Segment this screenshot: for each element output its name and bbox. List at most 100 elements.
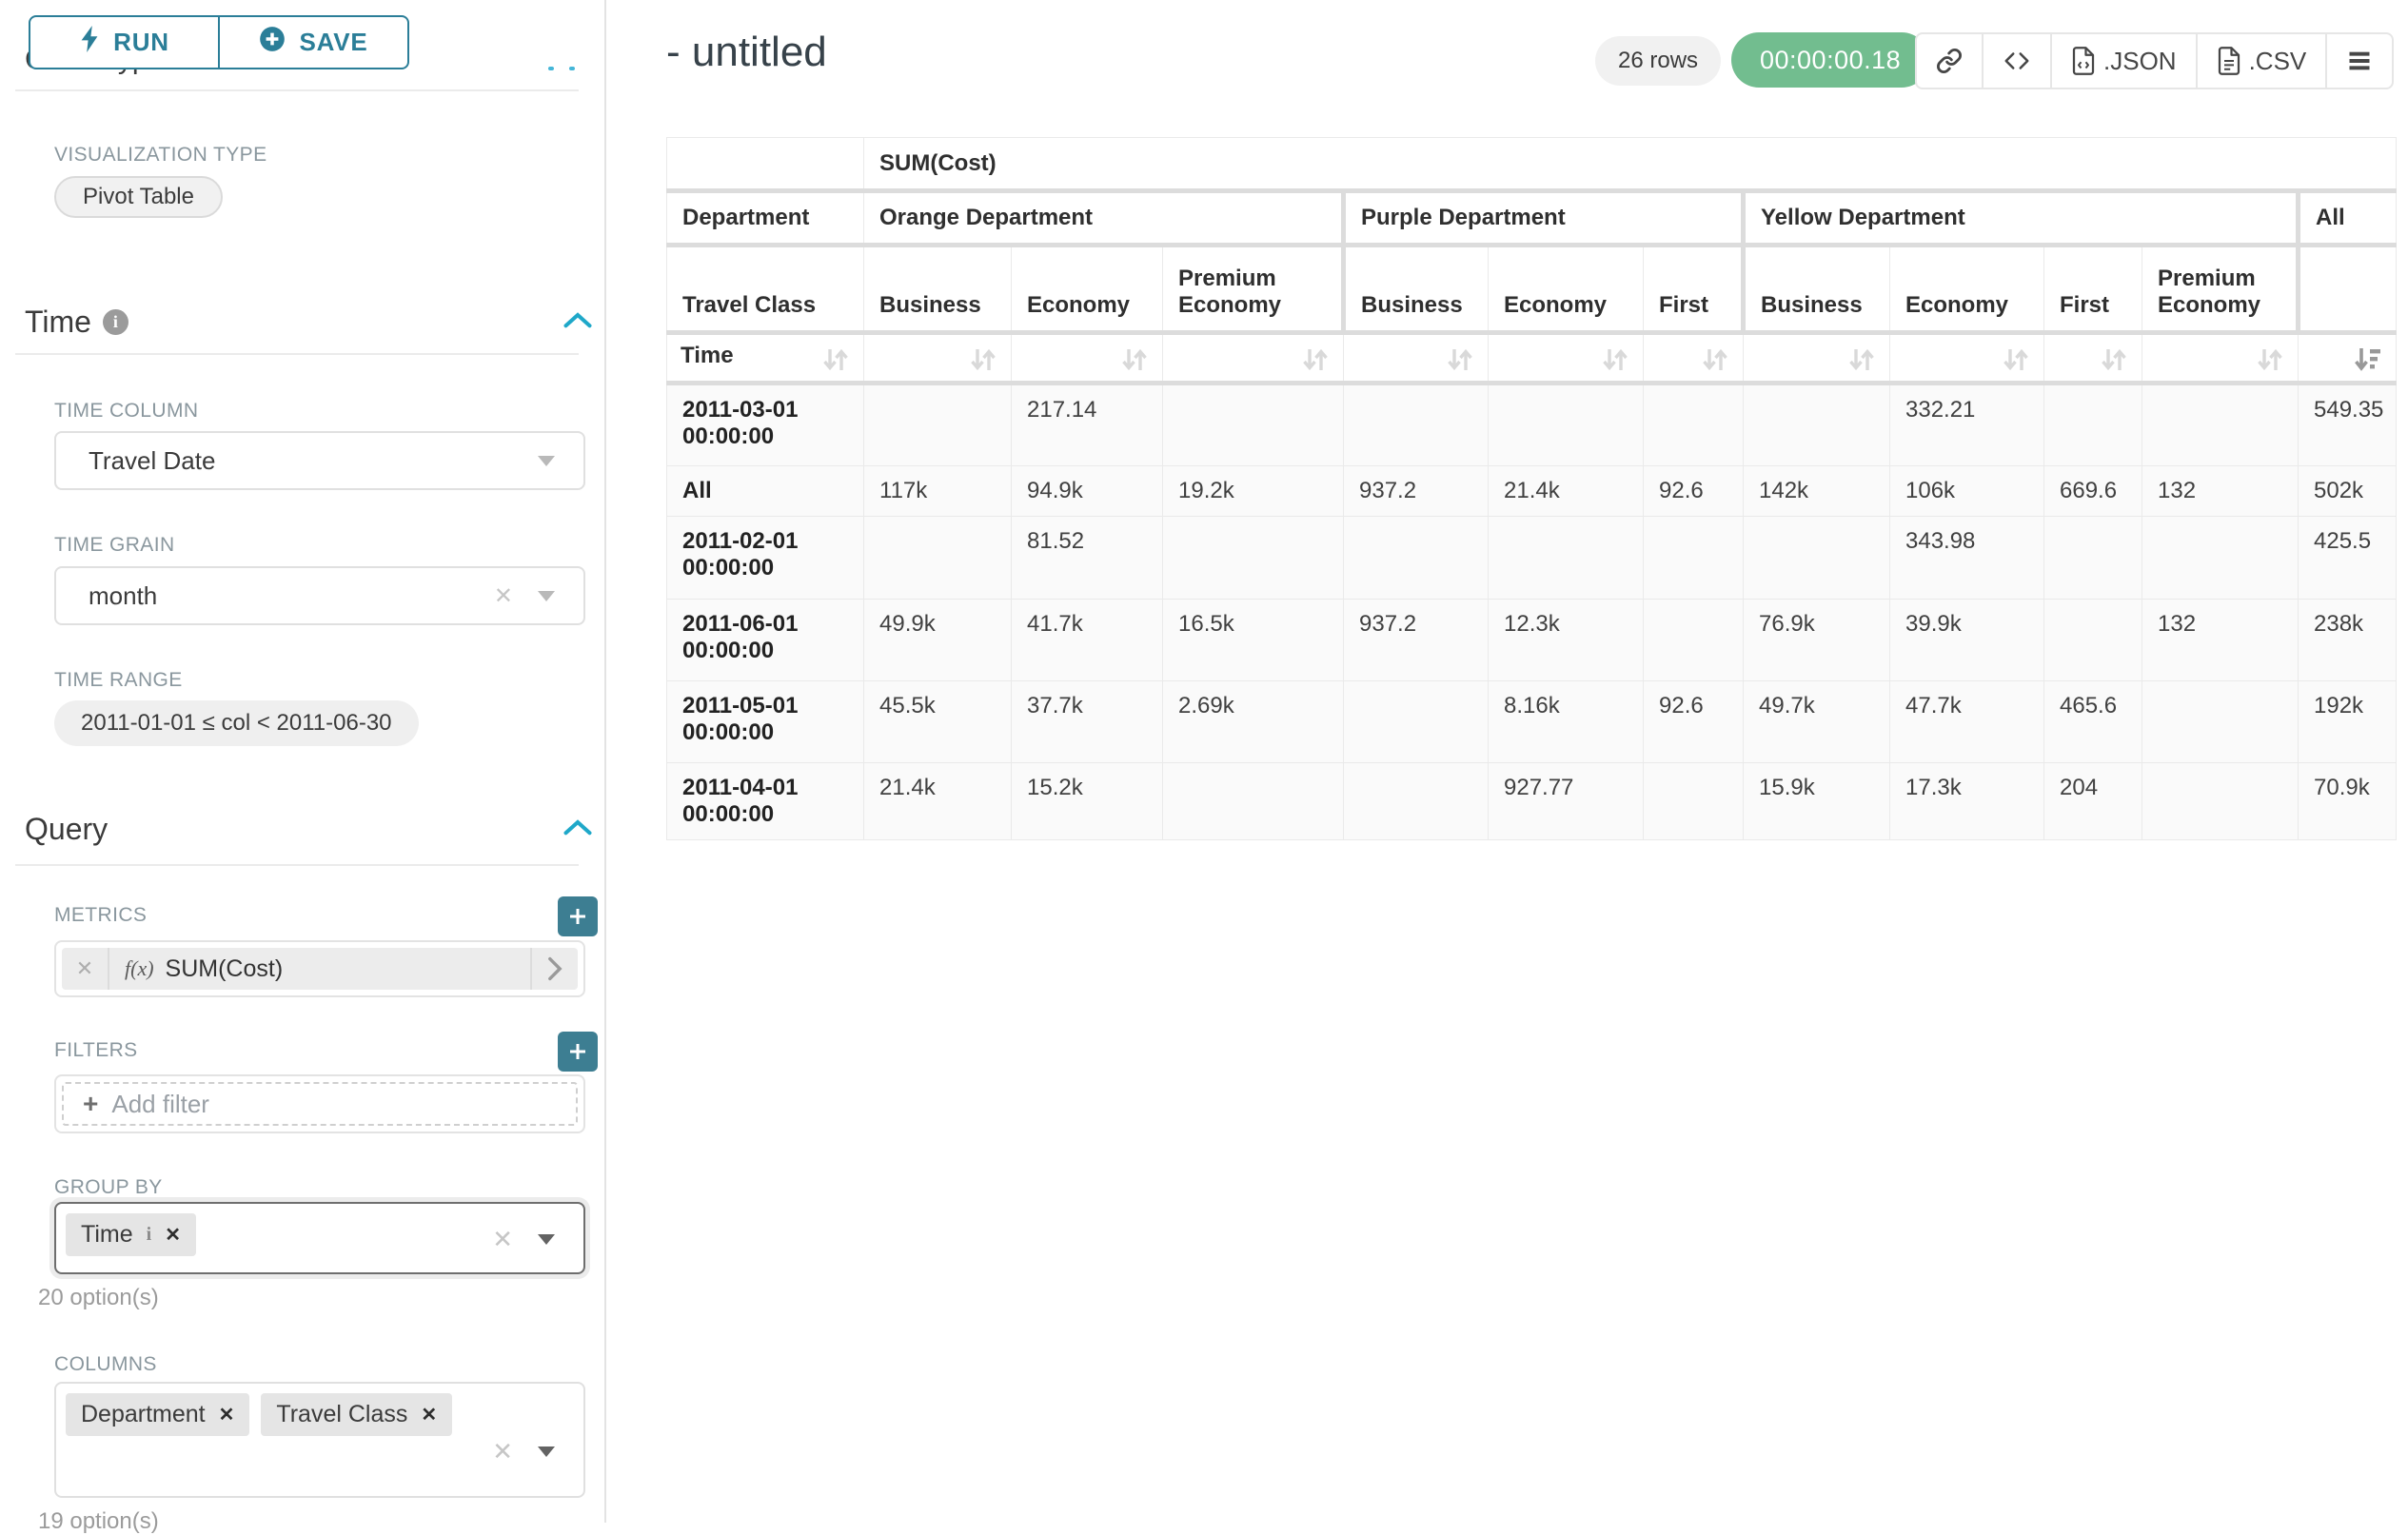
time-range-pill[interactable]: 2011-01-01 ≤ col < 2011-06-30	[54, 700, 419, 746]
run-button-label: RUN	[113, 28, 169, 57]
export-csv-label: .CSV	[2249, 47, 2307, 76]
run-save-button-group: RUN SAVE	[29, 15, 409, 69]
sort-column-header[interactable]	[1890, 333, 2044, 384]
copy-link-button[interactable]	[1917, 34, 1982, 88]
pivot-value-cell: 937.2	[1344, 466, 1489, 517]
pivot-value-cell: 549.35	[2299, 384, 2397, 466]
metric-pill[interactable]: ✕ f(x) SUM(Cost)	[62, 948, 578, 990]
pivot-value-cell: 49.7k	[1744, 681, 1890, 763]
time-column-select[interactable]: Travel Date	[54, 431, 585, 490]
pivot-value-cell: 70.9k	[2299, 763, 2397, 840]
pivot-value-cell: 669.6	[2044, 466, 2142, 517]
sort-column-header[interactable]	[1644, 333, 1744, 384]
add-filter-button[interactable]: + Add filter	[62, 1082, 578, 1126]
export-json-label: .JSON	[2103, 47, 2177, 76]
sort-column-header[interactable]	[2044, 333, 2142, 384]
pivot-value-cell: 465.6	[2044, 681, 2142, 763]
remove-chip-icon[interactable]: ✕	[219, 1403, 235, 1427]
sort-column-header-active[interactable]	[2299, 333, 2397, 384]
chevron-down-icon[interactable]	[538, 1446, 555, 1457]
clear-icon[interactable]: ✕	[494, 582, 513, 610]
pivot-value-cell: 8.16k	[1489, 681, 1644, 763]
pivot-row-dimension-header: Department	[667, 191, 864, 246]
add-metric-button[interactable]	[558, 896, 598, 936]
remove-chip-icon[interactable]: ✕	[421, 1403, 437, 1427]
remove-metric-icon[interactable]: ✕	[62, 948, 109, 990]
control-panel: Chart Type RUN SAVE VISUALIZATION TYPE P…	[0, 0, 606, 1523]
pivot-value-cell: 238k	[2299, 600, 2397, 681]
columns-label: COLUMNS	[54, 1353, 157, 1376]
chart-title[interactable]: - untitled	[666, 29, 827, 76]
pivot-class-header: Economy	[1489, 246, 1644, 333]
pivot-value-cell: 47.7k	[1890, 681, 2044, 763]
menu-button[interactable]	[2325, 34, 2392, 88]
remove-chip-icon[interactable]: ✕	[165, 1223, 181, 1247]
filters-control: + Add filter	[54, 1074, 585, 1133]
chevron-right-icon[interactable]	[530, 948, 578, 990]
columns-select[interactable]: Department✕ Travel Class✕ ✕	[54, 1382, 585, 1498]
embed-code-button[interactable]	[1982, 34, 2050, 88]
sort-column-header[interactable]	[2142, 333, 2299, 384]
code-icon	[2003, 49, 2031, 73]
add-filter-plus-button[interactable]	[558, 1032, 598, 1072]
row-count-badge: 26 rows	[1595, 36, 1721, 86]
group-by-chip[interactable]: Time i ✕	[66, 1213, 196, 1256]
time-range-label: TIME RANGE	[54, 669, 183, 692]
pivot-value-cell: 49.9k	[864, 600, 1012, 681]
query-timer-value: 00:00:00.18	[1760, 46, 1901, 75]
pivot-value-cell	[1344, 517, 1489, 600]
info-icon: i	[147, 1224, 152, 1246]
pivot-value-cell: 142k	[1744, 466, 1890, 517]
columns-chip[interactable]: Department✕	[66, 1393, 249, 1436]
link-icon	[1936, 48, 1963, 74]
plus-icon: +	[83, 1091, 98, 1117]
clear-icon[interactable]: ✕	[492, 1437, 513, 1466]
collapse-time-section-icon[interactable]	[563, 310, 592, 331]
sort-column-header[interactable]	[864, 333, 1012, 384]
run-button[interactable]: RUN	[30, 17, 218, 68]
collapse-query-section-icon[interactable]	[563, 817, 592, 838]
query-timer-badge: 00:00:00.18	[1731, 32, 1929, 88]
pivot-table-container: SUM(Cost)DepartmentOrange DepartmentPurp…	[666, 137, 2396, 840]
table-row: 2011-05-01 00:00:0045.5k37.7k2.69k8.16k9…	[667, 681, 2397, 763]
plus-circle-icon	[259, 26, 286, 59]
bolt-icon	[79, 26, 100, 59]
time-grain-select[interactable]: month ✕	[54, 566, 585, 625]
query-section-header: Query	[25, 812, 108, 847]
pivot-value-cell: 332.21	[1890, 384, 2044, 466]
table-row: 2011-02-01 00:00:0081.52343.98425.5	[667, 517, 2397, 600]
hamburger-icon	[2346, 49, 2373, 72]
export-json-button[interactable]: .JSON	[2050, 34, 2196, 88]
time-section-header: Time i	[25, 305, 128, 340]
columns-chip[interactable]: Travel Class✕	[261, 1393, 452, 1436]
sort-column-header[interactable]	[1012, 333, 1163, 384]
json-file-icon	[2071, 47, 2096, 75]
pivot-value-cell	[1344, 763, 1489, 840]
export-csv-button[interactable]: .CSV	[2196, 34, 2326, 88]
pivot-value-cell	[1344, 384, 1489, 466]
group-by-chip-label: Time	[81, 1221, 133, 1249]
pivot-value-cell: 16.5k	[1163, 600, 1344, 681]
visualization-type-pill[interactable]: Pivot Table	[54, 176, 223, 218]
pivot-value-cell: 204	[2044, 763, 2142, 840]
chevron-down-icon[interactable]	[538, 1234, 555, 1245]
pivot-subdimension-header: Travel Class	[667, 246, 864, 333]
time-grain-value: month	[56, 581, 494, 611]
pivot-class-header: Business	[864, 246, 1012, 333]
sort-column-header[interactable]	[1163, 333, 1344, 384]
pivot-value-cell	[1644, 384, 1744, 466]
pivot-value-cell	[1644, 517, 1744, 600]
sort-column-header[interactable]	[1489, 333, 1644, 384]
save-button[interactable]: SAVE	[218, 17, 407, 68]
group-by-select[interactable]: Time i ✕ ✕	[54, 1202, 585, 1274]
pivot-value-cell: 41.7k	[1012, 600, 1163, 681]
filters-label: FILTERS	[54, 1039, 138, 1062]
sort-column-header[interactable]: Time	[667, 333, 864, 384]
sort-column-header[interactable]	[1344, 333, 1489, 384]
sort-column-header[interactable]	[1744, 333, 1890, 384]
clear-icon[interactable]: ✕	[492, 1225, 513, 1254]
pivot-value-cell	[2044, 517, 2142, 600]
section-divider	[15, 353, 579, 355]
visualization-type-value: Pivot Table	[83, 184, 194, 210]
drag-handle-dot	[569, 67, 575, 70]
